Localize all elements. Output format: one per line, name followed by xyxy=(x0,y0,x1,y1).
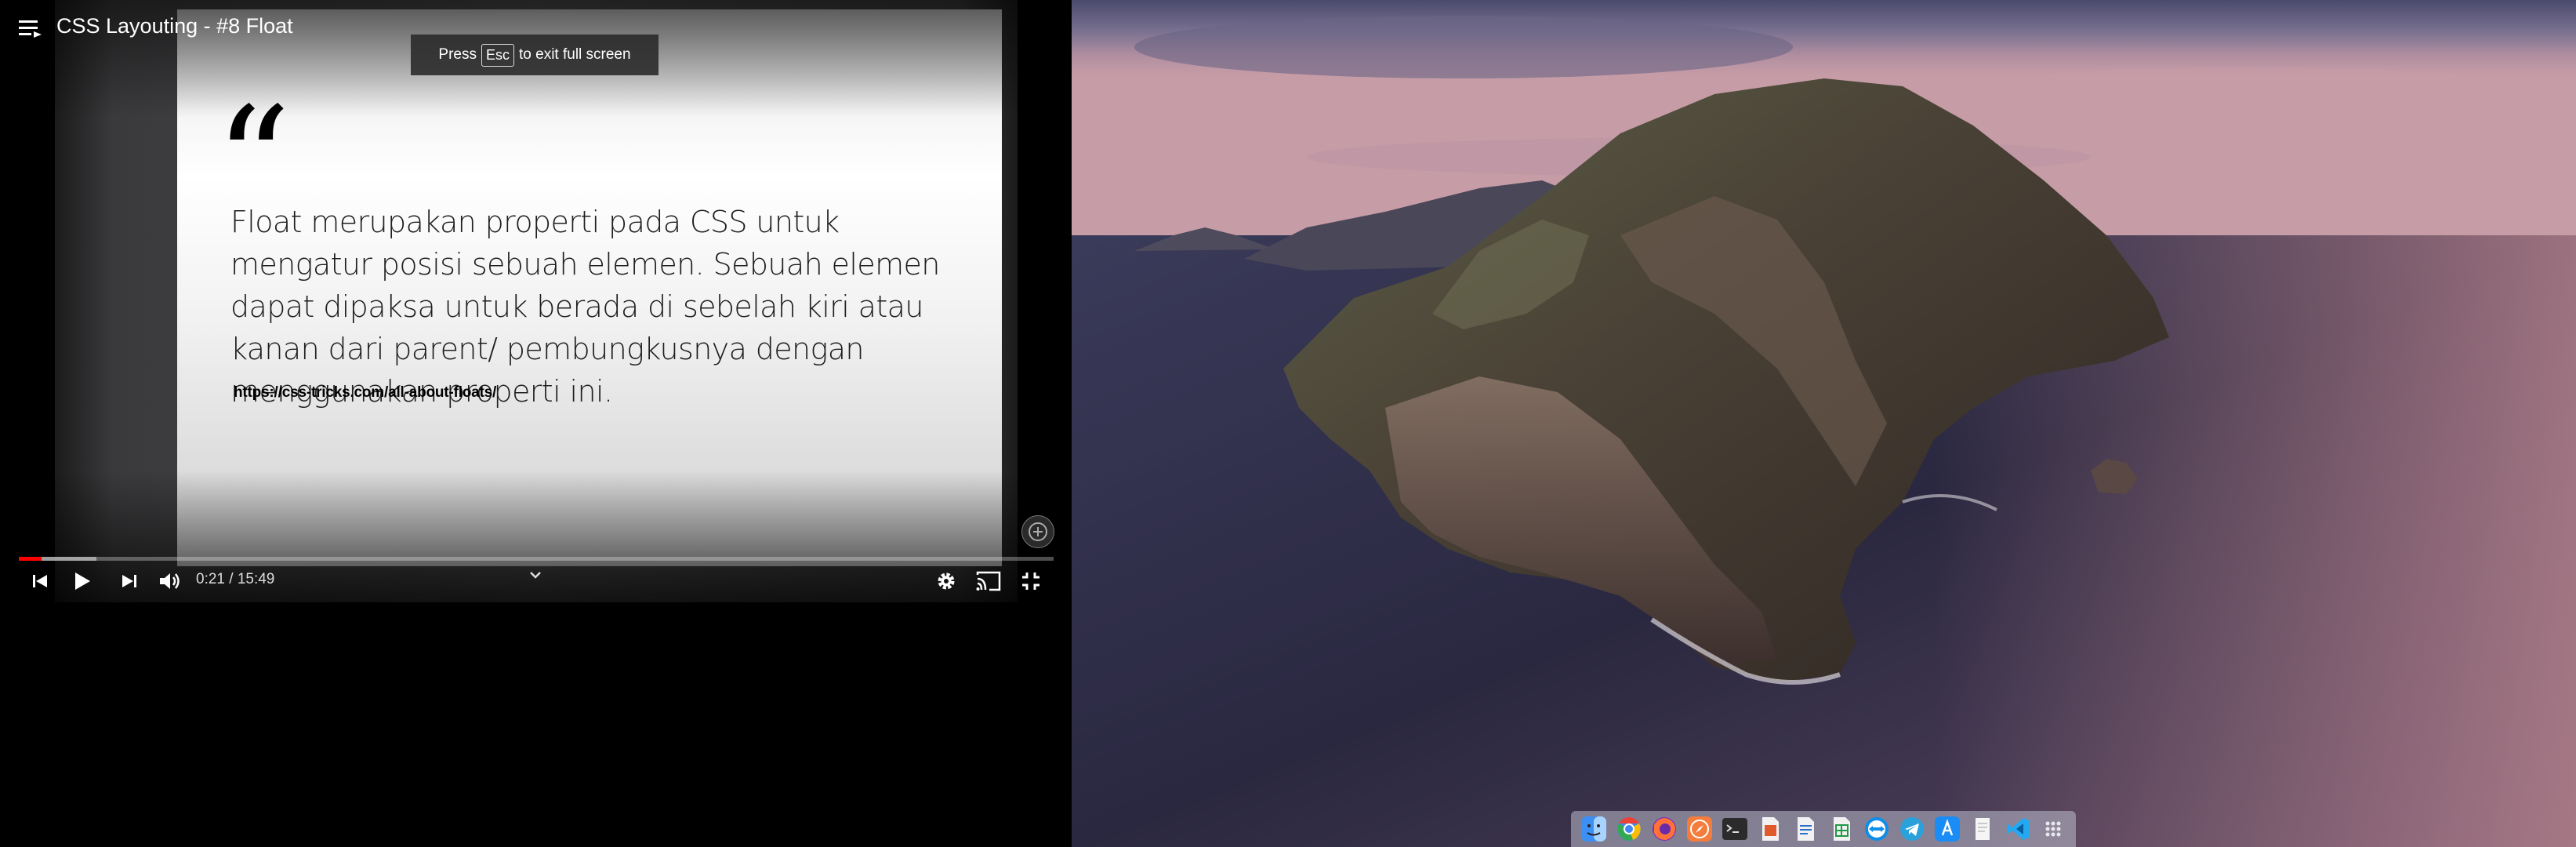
toast-press: Press xyxy=(438,46,477,63)
cast-button[interactable] xyxy=(974,568,1003,594)
progress-played xyxy=(19,557,42,561)
dock-chrome[interactable] xyxy=(1616,816,1642,842)
safari-icon xyxy=(1686,816,1712,842)
previous-icon xyxy=(33,575,47,587)
playlist-menu-icon[interactable] xyxy=(19,19,42,39)
catalina-wallpaper xyxy=(1072,0,2576,847)
dock-launchpad[interactable] xyxy=(2040,816,2066,842)
channel-avatar-icon[interactable] xyxy=(1021,515,1054,548)
cast-icon xyxy=(976,571,1001,591)
time-display: 0:21 / 15:49 xyxy=(196,571,275,587)
slide-text: Float merupakan properti pada CSS untuk … xyxy=(230,205,940,409)
dock-safari[interactable] xyxy=(1686,816,1713,842)
fullscreen-toast: Press Esc to exit full screen xyxy=(411,35,659,75)
settings-icon xyxy=(938,573,955,590)
dock-app-store[interactable] xyxy=(1934,816,1961,842)
telegram-icon xyxy=(1899,817,1924,841)
vscode-icon xyxy=(2007,818,2030,840)
video-title[interactable]: CSS Layouting - #8 Float xyxy=(56,14,293,38)
chrome-icon xyxy=(1616,817,1641,841)
video-player[interactable]: “ Float merupakan properti pada CSS untu… xyxy=(0,0,1072,602)
play-icon xyxy=(75,573,90,590)
launchpad-icon xyxy=(2045,821,2061,837)
toast-rest: to exit full screen xyxy=(519,46,631,63)
firefox-icon xyxy=(1652,817,1676,841)
dock-teamviewer[interactable] xyxy=(1863,816,1890,842)
exit-fullscreen-button[interactable] xyxy=(1018,568,1044,594)
settings-button[interactable] xyxy=(933,568,960,594)
next-button[interactable] xyxy=(118,568,141,594)
dock-vscode[interactable] xyxy=(2005,816,2031,842)
dock-finder[interactable] xyxy=(1580,816,1607,842)
dock-telegram[interactable] xyxy=(1899,816,1925,842)
progress-bar[interactable] xyxy=(19,557,1054,561)
notes-icon xyxy=(1976,818,1990,840)
play-button[interactable] xyxy=(71,568,94,594)
dock-writer[interactable] xyxy=(1792,816,1819,842)
finder-icon xyxy=(1580,816,1606,842)
chevron-down-icon[interactable] xyxy=(527,568,544,583)
dock-notes[interactable] xyxy=(1969,816,1996,842)
exit-fullscreen-icon xyxy=(1022,573,1039,590)
terminal-icon xyxy=(1722,818,1748,840)
writer-icon xyxy=(1798,817,1815,841)
dock-firefox[interactable] xyxy=(1651,816,1678,842)
left-monitor: “ Float merupakan properti pada CSS untu… xyxy=(0,0,1072,847)
volume-icon xyxy=(160,573,180,589)
app-store-icon xyxy=(1934,816,1960,842)
previous-button[interactable] xyxy=(28,568,52,594)
right-monitor xyxy=(1072,0,2576,847)
toast-esc-key: Esc xyxy=(481,43,514,67)
dock-terminal[interactable] xyxy=(1722,816,1748,842)
dock xyxy=(1571,811,2076,847)
slide-link: https://css-tricks.com/all-about-floats/ xyxy=(234,384,497,401)
volume-button[interactable] xyxy=(157,568,183,594)
documents-icon xyxy=(1762,817,1780,841)
calc-icon xyxy=(1833,817,1850,841)
teamviewer-icon xyxy=(1864,817,1888,841)
dock-calc[interactable] xyxy=(1828,816,1855,842)
next-icon xyxy=(122,575,136,587)
dock-documents[interactable] xyxy=(1757,816,1783,842)
